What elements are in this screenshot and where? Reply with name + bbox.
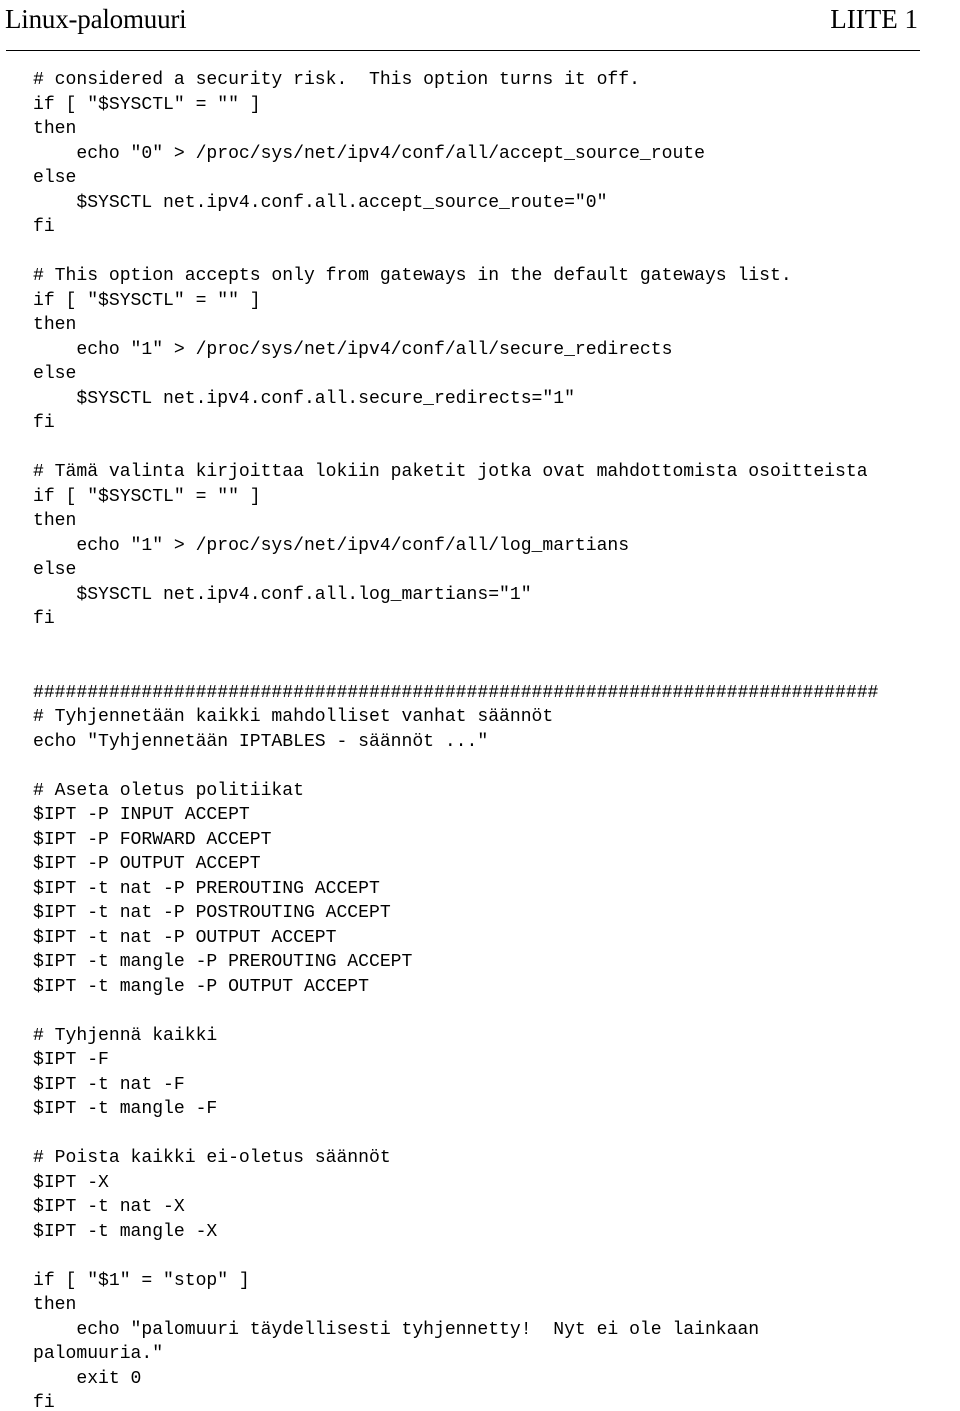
code-line: fi (33, 609, 55, 629)
code-line: $IPT -t mangle -P PREROUTING ACCEPT (33, 952, 413, 972)
code-line: then (33, 315, 77, 335)
document-page: Linux-palomuuri LIITE 1 # considered a s… (0, 0, 960, 1411)
code-line: else (33, 364, 77, 384)
code-line: if [ "$1" = "stop" ] (33, 1270, 250, 1291)
code-line: then (33, 511, 77, 531)
code-line: else (33, 560, 77, 580)
code-line: ########################################… (33, 682, 879, 703)
code-line: exit 0 (33, 1368, 142, 1389)
code-line: $IPT -t nat -P POSTROUTING ACCEPT (33, 903, 391, 923)
code-line: # This option accepts only from gateways… (33, 266, 792, 286)
code-line: # Poista kaikki ei-oletus säännöt (33, 1148, 391, 1168)
code-line: # considered a security risk. This optio… (33, 70, 640, 90)
code-line: $IPT -F (33, 1050, 109, 1070)
code-line: then (33, 119, 77, 139)
code-line: fi (33, 1393, 55, 1411)
code-line: # Tyhjennetään kaikki mahdolliset vanhat… (33, 707, 554, 727)
code-line: palomuuria." (33, 1344, 164, 1364)
header-appendix-label: LIITE 1 (830, 4, 918, 34)
code-line: if [ "$SYSCTL" = "" ] (33, 486, 261, 507)
code-line: if [ "$SYSCTL" = "" ] (33, 290, 261, 311)
page-header: Linux-palomuuri LIITE 1 (0, 0, 960, 52)
code-line: then (33, 1295, 77, 1315)
code-line: # Aseta oletus politiikat (33, 780, 304, 801)
code-line: echo "1" > /proc/sys/net/ipv4/conf/all/l… (33, 535, 630, 556)
header-document-title: Linux-palomuuri (5, 4, 187, 34)
code-line: else (33, 168, 77, 188)
code-line: echo "palomuuri täydellisesti tyhjennett… (33, 1319, 760, 1340)
shell-script-listing: # considered a security risk. This optio… (33, 68, 960, 1411)
code-line: $IPT -P INPUT ACCEPT (33, 805, 250, 825)
code-line: $SYSCTL net.ipv4.conf.all.secure_redirec… (33, 388, 575, 409)
code-line: echo "1" > /proc/sys/net/ipv4/conf/all/s… (33, 339, 673, 360)
code-line: fi (33, 217, 55, 237)
code-line: $IPT -t nat -F (33, 1074, 185, 1095)
code-line: # Tämä valinta kirjoittaa lokiin paketit… (33, 462, 868, 482)
header-divider (6, 50, 920, 51)
code-line: $IPT -t nat -P OUTPUT ACCEPT (33, 927, 337, 948)
code-line: echo "0" > /proc/sys/net/ipv4/conf/all/a… (33, 143, 705, 164)
code-line: $SYSCTL net.ipv4.conf.all.log_martians="… (33, 584, 532, 605)
code-line: $IPT -t mangle -X (33, 1221, 218, 1242)
code-line: $IPT -t nat -P PREROUTING ACCEPT (33, 878, 380, 899)
code-line: # Tyhjennä kaikki (33, 1025, 218, 1046)
code-line: $IPT -P FORWARD ACCEPT (33, 829, 272, 850)
code-line: $IPT -X (33, 1172, 109, 1193)
code-line: fi (33, 413, 55, 433)
code-listing-area: # considered a security risk. This optio… (33, 68, 960, 1411)
code-line: $IPT -t mangle -F (33, 1099, 218, 1119)
code-line: if [ "$SYSCTL" = "" ] (33, 94, 261, 115)
code-line: echo "Tyhjennetään IPTABLES - säännöt ..… (33, 731, 489, 752)
code-line: $SYSCTL net.ipv4.conf.all.accept_source_… (33, 192, 608, 213)
code-line: $IPT -t nat -X (33, 1197, 185, 1217)
code-line: $IPT -t mangle -P OUTPUT ACCEPT (33, 976, 369, 997)
code-line: $IPT -P OUTPUT ACCEPT (33, 854, 261, 874)
